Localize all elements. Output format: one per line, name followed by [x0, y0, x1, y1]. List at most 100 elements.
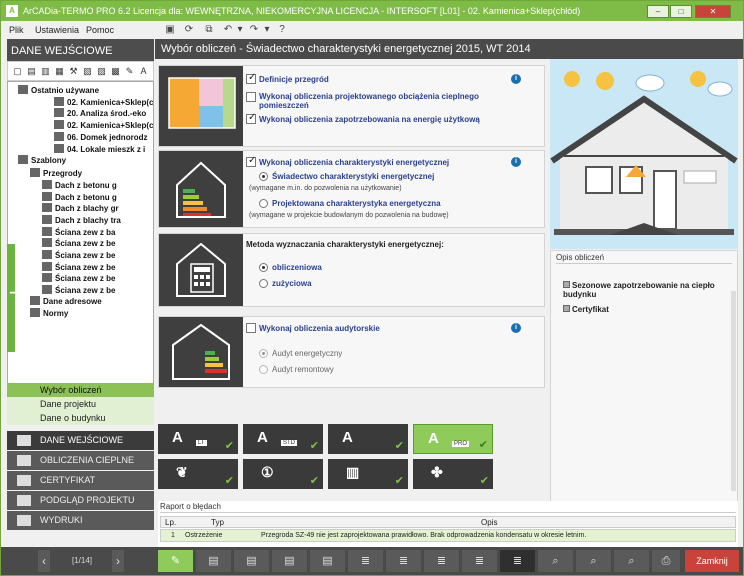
text-icon[interactable]: A	[138, 66, 149, 77]
opis-item-label: Certyfikat	[572, 305, 609, 314]
open-icon[interactable]: ▥	[40, 66, 51, 77]
tile-fan[interactable]: ✤ ✔	[413, 459, 493, 489]
tree-item[interactable]: 02. Kamienica+Sklep(c	[54, 97, 153, 108]
section-dane-wejsciowe[interactable]: DANE WEJŚCIOWE	[7, 431, 154, 450]
tree-item[interactable]: Ściana zew z be	[42, 273, 115, 284]
tree-item[interactable]: Ściana zew z be	[42, 262, 115, 273]
refresh-icon[interactable]: ⟳	[183, 24, 195, 36]
table-row[interactable]: 1 Ostrzeżenie Przegroda SZ-49 nie jest z…	[160, 529, 736, 542]
grid-icon[interactable]: ▩	[110, 66, 121, 77]
tree-item[interactable]: 04. Lokale mieszk z i	[54, 144, 145, 155]
tree-item[interactable]: Przegrody	[30, 168, 82, 179]
radio-projektowana[interactable]	[259, 199, 268, 208]
tile-counter[interactable]: ① ✔	[243, 459, 323, 489]
tree-item[interactable]: Szablony	[18, 155, 66, 166]
step-doc-button[interactable]: ▤	[234, 550, 269, 572]
menu-pomoc[interactable]: Pomoc	[86, 25, 114, 35]
submenu-wybor-obliczen[interactable]: Wybór obliczeń	[7, 383, 154, 397]
arrow-right-icon[interactable]: ➜	[9, 284, 21, 301]
tile-pro[interactable]: A PRO ✔	[413, 424, 493, 454]
step-list-button[interactable]: ≣	[462, 550, 497, 572]
scrollbar[interactable]	[731, 291, 736, 491]
tree-item[interactable]: Dach z betonu g	[42, 180, 117, 191]
step-search-button[interactable]: ⌕	[576, 550, 611, 572]
tree-item[interactable]: Ściana zew z ba	[42, 227, 115, 238]
step-list-button[interactable]: ≣	[424, 550, 459, 572]
section-obliczenia-cieplne[interactable]: OBLICZENIA CIEPLNE	[7, 451, 154, 470]
save-icon[interactable]: ▦	[54, 66, 65, 77]
step-doc-button[interactable]: ▤	[310, 550, 345, 572]
section-podglad-projektu[interactable]: PODGLĄD PROJEKTU	[7, 491, 154, 510]
tile-leaf[interactable]: ❦ ✔	[158, 459, 238, 489]
new-file-icon[interactable]: ▢	[12, 66, 23, 77]
step-list-button[interactable]: ≣	[500, 550, 535, 572]
checkbox-charakterystyka[interactable]	[246, 155, 256, 167]
new-doc-icon[interactable]: ▤	[26, 66, 37, 77]
prev-page-button[interactable]: ‹	[38, 550, 50, 572]
minimize-button[interactable]: –	[647, 5, 669, 18]
edit-icon[interactable]: ✎	[124, 66, 135, 77]
menu-ustawienia[interactable]: Ustawienia	[35, 25, 79, 35]
tile-std[interactable]: A STD ✔	[243, 424, 323, 454]
step-list-button[interactable]: ≣	[386, 550, 421, 572]
info-icon[interactable]: i	[511, 323, 521, 333]
undo-dropdown-icon[interactable]: ▾	[234, 24, 246, 36]
tree-item[interactable]: Dach z betonu g	[42, 192, 117, 203]
submenu-dane-projektu[interactable]: Dane projektu	[7, 397, 154, 411]
redo-icon[interactable]: ↷	[248, 24, 260, 36]
checkbox-energia-uzytkowa[interactable]	[246, 112, 256, 124]
undo-icon[interactable]: ↶	[222, 24, 234, 36]
tree-item[interactable]: Dane adresowe	[30, 296, 102, 307]
zamknij-button[interactable]: Zamknij	[685, 550, 739, 572]
section-certyfikat[interactable]: CERTYFIKAT	[7, 471, 154, 490]
save-icon[interactable]: ▣	[164, 24, 176, 36]
tile-basic[interactable]: A ✔	[328, 424, 408, 454]
tree-item[interactable]: 02. Kamienica+Sklep(c	[54, 120, 153, 131]
label-charakterystyka: Wykonaj obliczenia charakterystyki energ…	[259, 158, 450, 167]
tree-item[interactable]: 06. Domek jednorodz	[54, 132, 147, 143]
tree-item[interactable]: Ostatnio używane	[18, 85, 99, 96]
table-header: Lp. Typ Opis	[160, 516, 736, 528]
radio-zuzyciowa[interactable]	[259, 279, 268, 288]
tree-item[interactable]: Dach z blachy gr	[42, 203, 119, 214]
tile-lt[interactable]: A LT ✔	[158, 424, 238, 454]
export-icon[interactable]: ▧	[82, 66, 93, 77]
radio-audyt-energetyczny[interactable]	[259, 349, 268, 358]
radio-obliczeniowa[interactable]	[259, 263, 268, 272]
step-list-button[interactable]: ≣	[348, 550, 383, 572]
close-window-button[interactable]: ✕	[695, 5, 731, 18]
tools-icon[interactable]: ⚒	[68, 66, 79, 77]
info-icon[interactable]: i	[511, 157, 521, 167]
tree-item[interactable]: 20. Analiza środ.-eko	[54, 108, 146, 119]
section-wydruki[interactable]: WYDRUKI	[7, 511, 154, 530]
tree-item[interactable]: Ściana zew z be	[42, 250, 115, 261]
maximize-button[interactable]: □	[670, 5, 692, 18]
menu-plik[interactable]: Plik	[9, 25, 24, 35]
print-button[interactable]: ⎙	[652, 550, 680, 572]
tile-radiator[interactable]: ▥ ✔	[328, 459, 408, 489]
tree-item[interactable]: Ściana zew z be	[42, 238, 115, 249]
tree-node-icon	[54, 108, 64, 117]
menu-bar: Plik Ustawienia Pomoc	[1, 22, 743, 39]
step-doc-button[interactable]: ▤	[272, 550, 307, 572]
next-page-button[interactable]: ›	[112, 550, 124, 572]
tree-item[interactable]: Normy	[30, 308, 68, 319]
step-edit-button[interactable]: ✎	[158, 550, 193, 572]
checkbox-obciazenie[interactable]	[246, 92, 256, 102]
preview-icon[interactable]: ⧉	[203, 24, 215, 36]
checkbox-definicje-przegrod[interactable]	[246, 72, 256, 84]
tree-item[interactable]: Dach z blachy tra	[42, 215, 121, 226]
checkbox-audyt[interactable]	[246, 323, 256, 333]
step-doc-button[interactable]: ▤	[196, 550, 231, 572]
step-search-button[interactable]: ⌕	[614, 550, 649, 572]
tree-node-icon	[42, 227, 52, 236]
redo-dropdown-icon[interactable]: ▾	[261, 24, 273, 36]
radio-swiadectwo[interactable]	[259, 172, 268, 181]
radio-audyt-remontowy[interactable]	[259, 365, 268, 374]
submenu-dane-o-budynku[interactable]: Dane o budynku	[7, 411, 154, 425]
import-icon[interactable]: ▨	[96, 66, 107, 77]
help-icon[interactable]: ?	[276, 24, 288, 36]
tree-item[interactable]: Ściana zew z be	[42, 285, 115, 296]
info-icon[interactable]: i	[511, 74, 521, 84]
step-search-button[interactable]: ⌕	[538, 550, 573, 572]
